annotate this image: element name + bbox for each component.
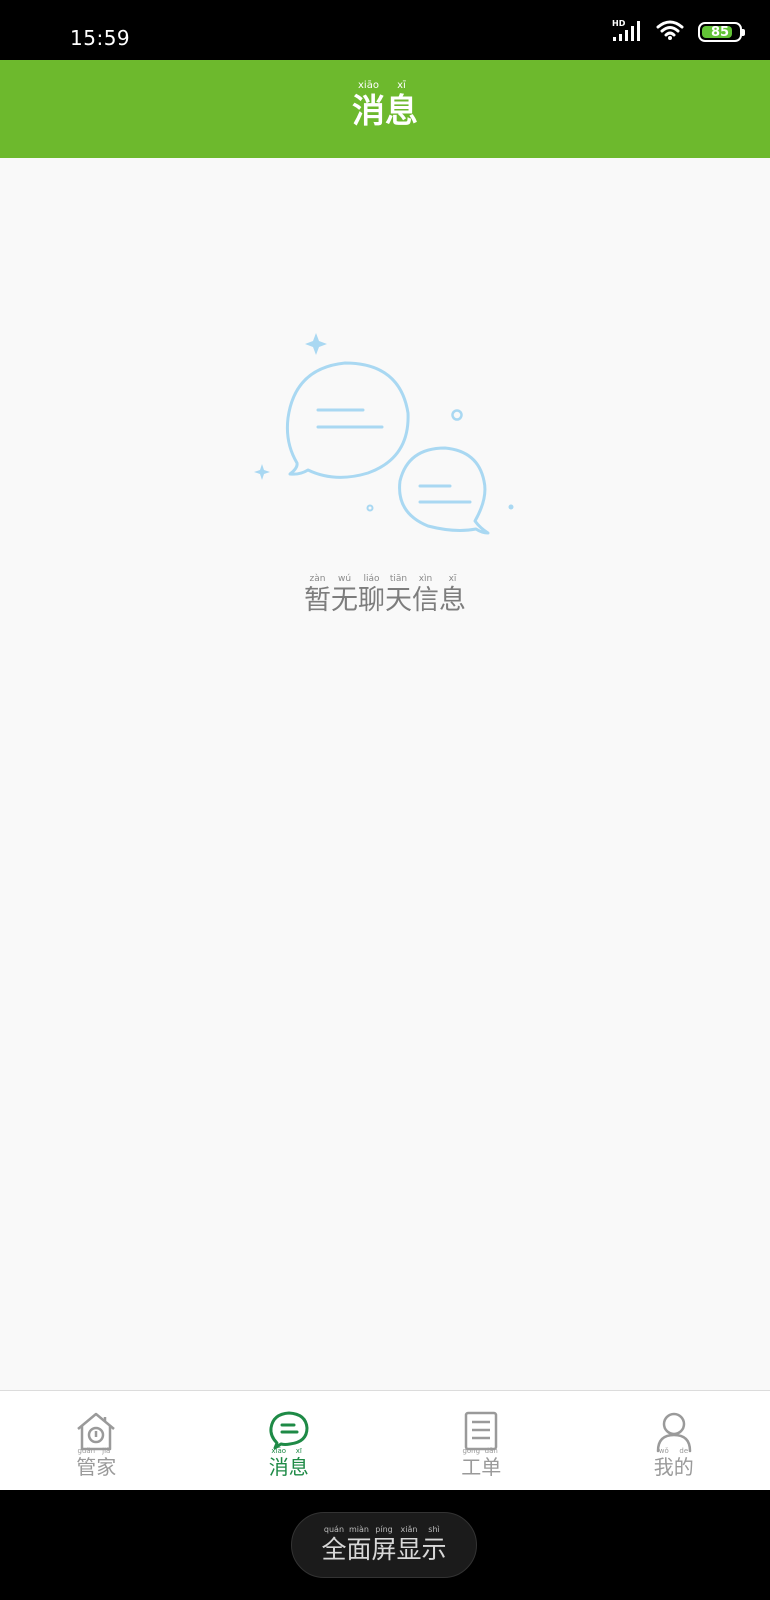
tab-label: gōng 工 dān 单 (461, 1447, 502, 1479)
app-bar: xiāo 消 xī 息 (0, 60, 770, 158)
bottom-tab-bar: guǎn 管 jiā 家 xiāo 消 xī 息 gōng 工 dān 单 wǒ… (0, 1390, 770, 1491)
chat-bubbles-icon (250, 333, 525, 563)
tab-wode[interactable]: wǒ 我 de 的 (578, 1391, 770, 1491)
battery-icon: 85 (698, 22, 745, 42)
tab-xiaoxi[interactable]: xiāo 消 xī 息 (193, 1391, 386, 1491)
tab-label: xiāo 消 xī 息 (268, 1447, 309, 1479)
system-nav-bar: quán 全 miàn 面 píng 屏 xiǎn 显 shì 示 (0, 1490, 770, 1600)
tab-label: wǒ 我 de 的 (653, 1447, 694, 1479)
wifi-icon (656, 19, 684, 45)
status-bar: 15:59 HD 85 (0, 0, 770, 60)
status-icons: HD 85 (612, 18, 745, 46)
page-title: xiāo 消 xī 息 (352, 80, 418, 130)
tab-guanjia[interactable]: guǎn 管 jiā 家 (0, 1391, 193, 1491)
tab-gongdan[interactable]: gōng 工 dān 单 (385, 1391, 578, 1491)
tab-label: guǎn 管 jiā 家 (76, 1447, 117, 1479)
message-list-area: zàn 暂 wú 无 liáo 聊 tiān 天 xìn 信 xī 息 (0, 158, 770, 1390)
status-time: 15:59 (70, 26, 131, 50)
fullscreen-button[interactable]: quán 全 miàn 面 píng 屏 xiǎn 显 shì 示 (291, 1512, 477, 1578)
network-label: HD (612, 19, 626, 28)
empty-state-message: zàn 暂 wú 无 liáo 聊 tiān 天 xìn 信 xī 息 (304, 574, 466, 616)
phone-screen: 15:59 HD 85 xiāo 消 xī 息 zàn 暂 wú 无 liáo … (0, 0, 770, 1600)
battery-level: 85 (710, 24, 730, 40)
signal-icon: HD (612, 18, 642, 46)
